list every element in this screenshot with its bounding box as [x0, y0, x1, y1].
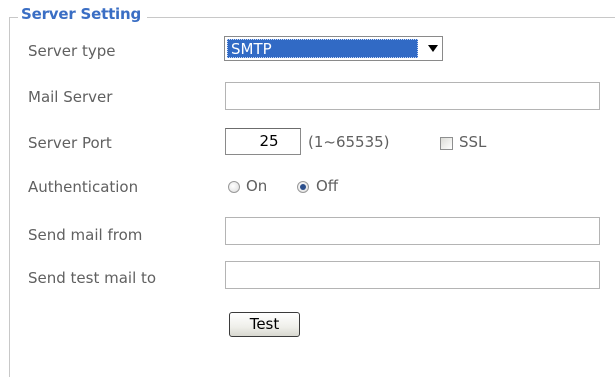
authentication-off-radio[interactable] — [297, 181, 309, 193]
server-port-range-hint: (1~65535) — [308, 133, 390, 151]
server-port-input[interactable]: 25 — [225, 128, 301, 155]
send-mail-from-label: Send mail from — [28, 226, 143, 244]
send-mail-from-input[interactable] — [225, 217, 600, 245]
server-setting-fieldset — [9, 17, 615, 377]
authentication-label: Authentication — [28, 178, 139, 196]
server-type-label: Server type — [28, 42, 116, 60]
mail-server-label: Mail Server — [28, 88, 113, 106]
send-test-mail-to-input[interactable] — [225, 261, 600, 289]
authentication-on-label: On — [246, 177, 268, 195]
dropdown-arrow-icon[interactable] — [428, 45, 438, 52]
server-port-label: Server Port — [28, 134, 112, 152]
mail-server-input[interactable] — [225, 82, 600, 110]
authentication-off-label: Off — [316, 177, 339, 195]
authentication-on-radio[interactable] — [228, 181, 240, 193]
send-test-mail-to-label: Send test mail to — [28, 269, 157, 287]
ssl-label: SSL — [459, 133, 487, 151]
server-type-selected-value: SMTP — [227, 39, 418, 58]
ssl-checkbox[interactable] — [440, 137, 453, 150]
server-type-select[interactable]: SMTP — [224, 36, 443, 61]
server-setting-legend: Server Setting — [18, 5, 148, 23]
test-button[interactable]: Test — [229, 312, 300, 337]
